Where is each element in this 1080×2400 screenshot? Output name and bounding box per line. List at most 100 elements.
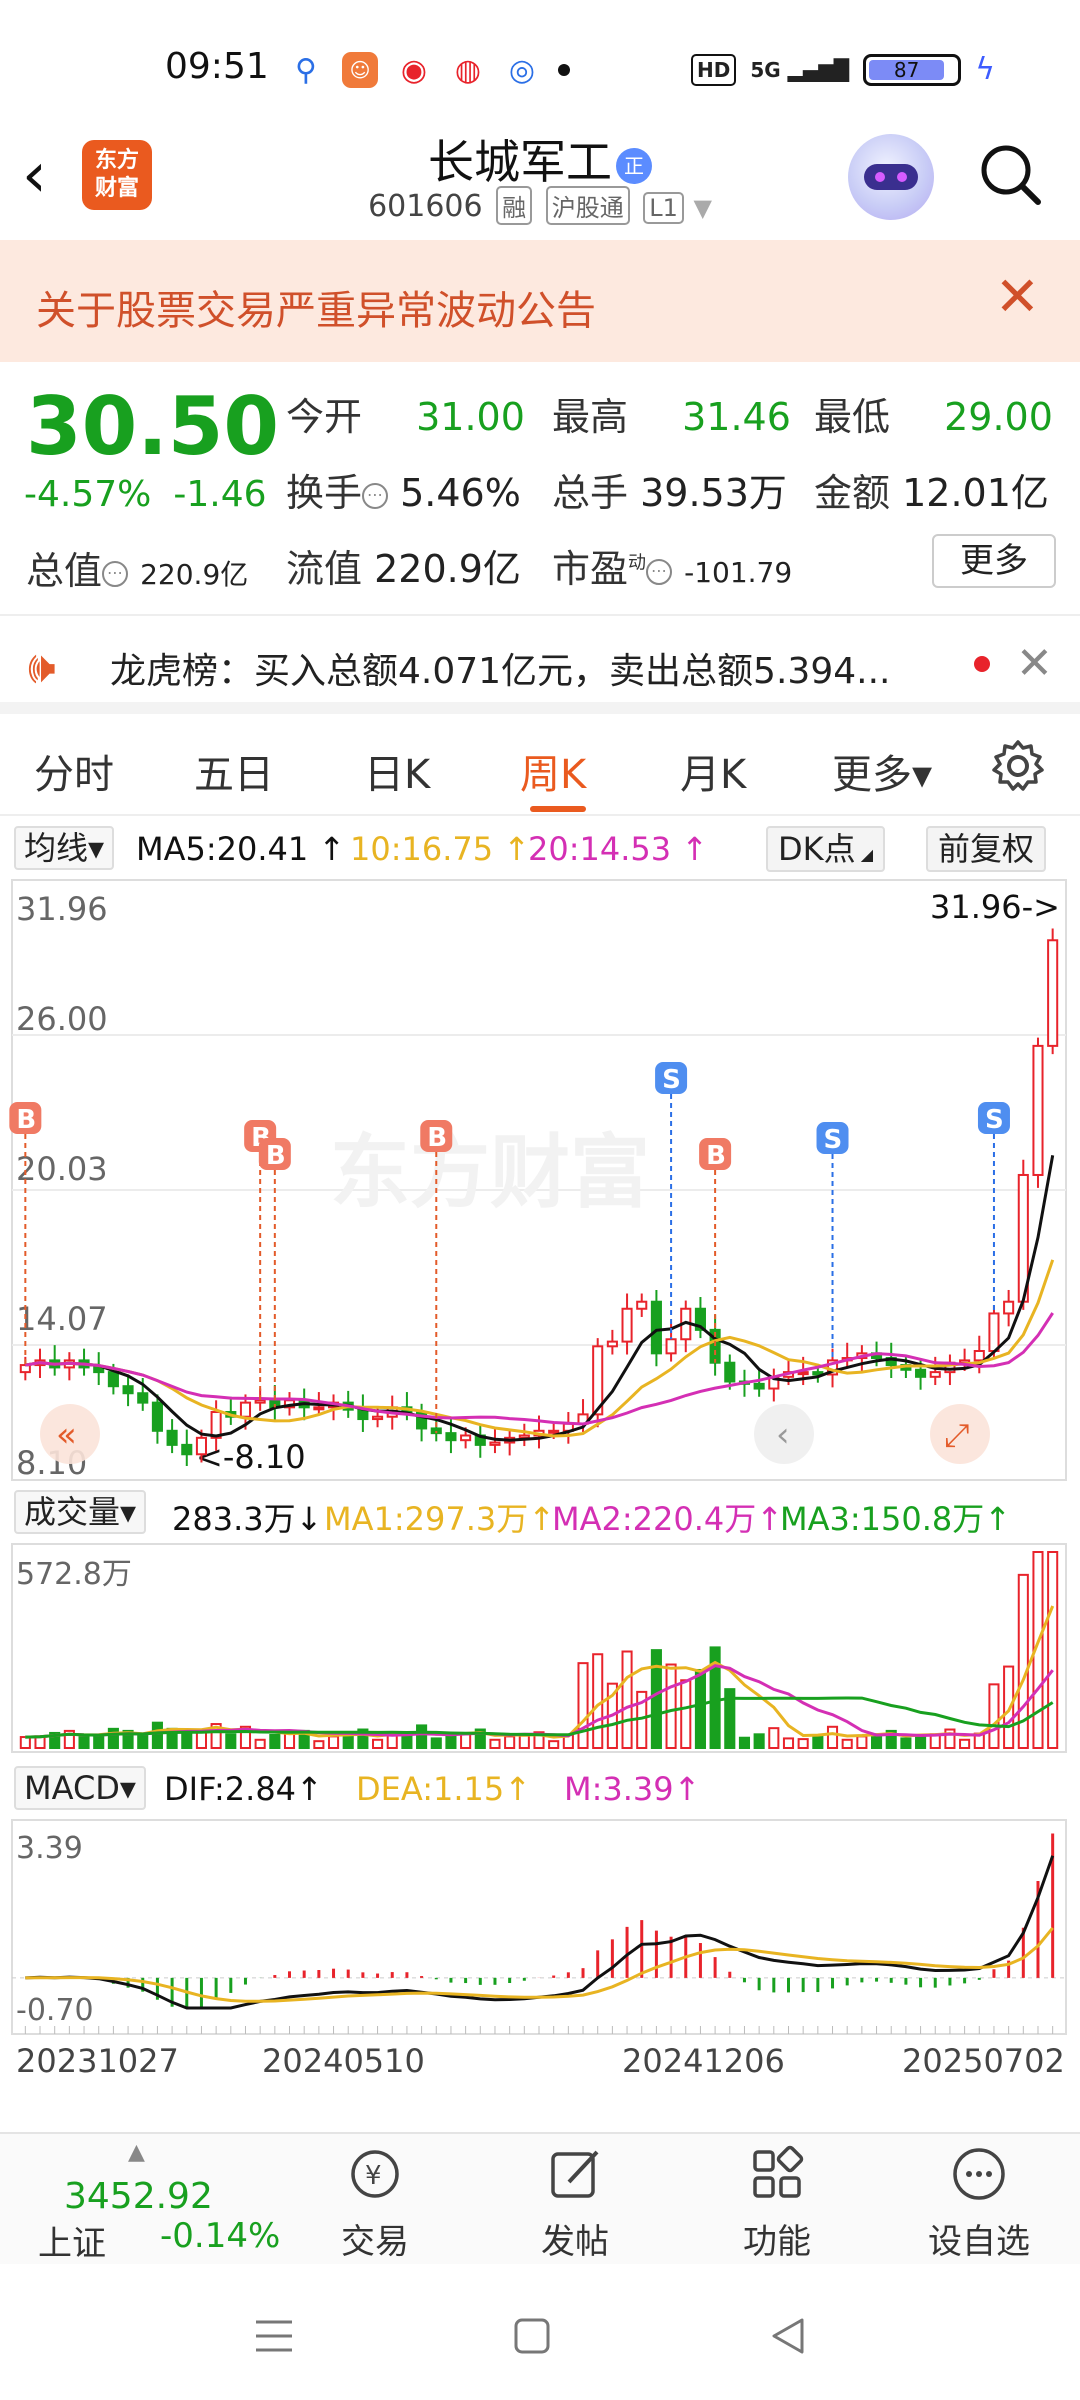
- functions-button[interactable]: 功能: [712, 2144, 842, 2263]
- indicator-dropdown[interactable]: 均线▾: [14, 826, 115, 870]
- candle-body: [548, 1429, 560, 1434]
- notification-icons: ⚲ ☺ ◉ ◍ ◎: [288, 52, 570, 88]
- tab-weekly-k[interactable]: 周K: [520, 742, 586, 800]
- candle-body: [621, 1307, 633, 1343]
- volume-bar: [900, 1737, 912, 1749]
- tab-five-day[interactable]: 五日: [194, 742, 274, 800]
- index-value[interactable]: 3452.92: [64, 2176, 213, 2217]
- ma20-value: 20:14.53 ↑: [528, 830, 709, 868]
- volume-bar: [768, 1727, 780, 1749]
- ai-assistant-icon[interactable]: [848, 134, 934, 220]
- back-icon[interactable]: [768, 2316, 808, 2356]
- close-icon[interactable]: ✕: [995, 270, 1040, 324]
- index-name[interactable]: 上证: [38, 2216, 106, 2265]
- marker-label: B: [16, 1105, 36, 1135]
- candle-body: [753, 1382, 765, 1390]
- candle-body: [518, 1434, 530, 1439]
- volume-bar: [504, 1735, 516, 1749]
- volume-bar: [856, 1735, 868, 1749]
- watermark: 东方财富: [330, 1126, 650, 1219]
- candle-body: [460, 1434, 472, 1442]
- candle-body: [973, 1349, 985, 1362]
- candle-body: [107, 1371, 119, 1388]
- date-label: 20240510: [262, 2042, 425, 2080]
- vol-ma1: MA1:297.3万↑: [324, 1500, 556, 1538]
- candle-body: [489, 1441, 501, 1446]
- level-tag: L1: [643, 192, 684, 224]
- charging-icon: ϟ: [975, 52, 995, 87]
- macd-dropdown[interactable]: MACD▾: [14, 1766, 146, 1810]
- double-left-icon: «: [56, 1415, 77, 1455]
- kline-chart[interactable]: 东方财富 31.96 26.00 20.03 14.07 8.10 31.96-…: [0, 878, 1080, 1482]
- tab-daily-k[interactable]: 日K: [364, 742, 430, 800]
- hd-icon: HD: [691, 53, 737, 86]
- volume-bar: [151, 1721, 163, 1750]
- tab-intraday[interactable]: 分时: [34, 742, 114, 800]
- announcement-text[interactable]: 关于股票交易严重异常波动公告: [36, 278, 596, 336]
- macd-y-bottom: -0.70: [16, 1993, 94, 2028]
- volume-bar: [621, 1650, 633, 1749]
- home-icon[interactable]: [512, 2316, 552, 2356]
- volume-value: 283.3万↓: [172, 1500, 323, 1538]
- dragon-tiger-notice[interactable]: 🕪 龙虎榜：买入总额4.071亿元，卖出总额5.394... ✕: [0, 614, 1080, 714]
- unread-dot: [974, 656, 990, 672]
- index-change[interactable]: -0.14%: [160, 2216, 280, 2256]
- tab-monthly-k[interactable]: 月K: [680, 742, 746, 800]
- signal-icon: 5G ▂▄▆█: [750, 57, 850, 82]
- volume-indicator-row: 成交量▾ 283.3万↓ MA1:297.3万↑ MA2:220.4万↑ MA3…: [0, 1486, 1080, 1538]
- close-icon[interactable]: ✕: [1016, 638, 1053, 689]
- macd-dif: DIF:2.84↑: [164, 1770, 323, 1808]
- app-icon: ☺: [342, 52, 378, 88]
- candle-body: [665, 1338, 677, 1355]
- y-label-2: 26.00: [16, 1000, 108, 1038]
- candle-body: [724, 1361, 736, 1383]
- stock-code: 601606: [368, 189, 483, 224]
- low-price: 最低 29.00: [814, 395, 1053, 439]
- connect-tag: 沪股通: [545, 186, 630, 225]
- gear-icon[interactable]: [990, 738, 1046, 794]
- trade-button[interactable]: ¥ 交易: [310, 2144, 440, 2263]
- candle-body: [606, 1340, 618, 1348]
- volume-bar: [93, 1735, 105, 1749]
- collapse-arrow-icon[interactable]: ▲: [128, 2140, 145, 2165]
- date-label: 20231027: [16, 2042, 179, 2080]
- volume-dropdown[interactable]: 成交量▾: [14, 1490, 147, 1534]
- bottom-toolbar: ▲ 3452.92 上证 -0.14% ¥ 交易 发帖 功能 设自选: [0, 2132, 1080, 2264]
- ma-indicator-row: 均线▾ MA5:20.41 ↑ 10:16.75 ↑ 20:14.53 ↑ DK…: [0, 822, 1080, 874]
- macd-chart[interactable]: 3.39 -0.70: [0, 1818, 1080, 2038]
- tab-more[interactable]: 更多▾: [832, 742, 932, 800]
- status-right: HD 5G ▂▄▆█ 87 ϟ: [691, 52, 995, 87]
- volume-bar: [797, 1738, 809, 1749]
- search-icon[interactable]: [978, 142, 1042, 206]
- turnover-amount: 金额 12.01亿: [814, 471, 1049, 515]
- y-label-top: 31.96: [16, 890, 108, 928]
- total-volume: 总手 39.53万: [552, 471, 787, 515]
- candle-body: [137, 1392, 149, 1404]
- candle-body: [445, 1432, 457, 1442]
- dragon-tiger-text[interactable]: 龙虎榜：买入总额4.071亿元，卖出总额5.394...: [110, 642, 890, 694]
- volume-bar: [401, 1733, 413, 1750]
- vol-ma3: MA3:150.8万↑: [780, 1500, 1012, 1538]
- active-tab-indicator: [530, 806, 586, 812]
- announcement-banner[interactable]: 关于股票交易严重异常波动公告 ✕: [0, 240, 1080, 362]
- macd-m: M:3.39↑: [564, 1770, 701, 1808]
- more-circle-icon: [953, 2148, 1005, 2200]
- candle-body: [915, 1368, 927, 1378]
- volume-bar: [372, 1738, 384, 1749]
- more-button[interactable]: 更多: [932, 534, 1056, 588]
- dk-point-button[interactable]: DK点 ◢: [766, 826, 886, 872]
- volume-bar: [577, 1662, 589, 1749]
- candle-body: [797, 1371, 809, 1376]
- candle-body: [929, 1371, 941, 1378]
- volume-bar: [269, 1733, 281, 1750]
- candle-body: [313, 1406, 325, 1411]
- adjust-button[interactable]: 前复权: [926, 826, 1047, 872]
- margin-tag: 融: [496, 186, 533, 225]
- speaker-icon: 🕪: [28, 642, 56, 693]
- add-watchlist-button[interactable]: 设自选: [914, 2144, 1044, 2263]
- menu-icon[interactable]: [252, 2316, 296, 2356]
- post-button[interactable]: 发帖: [510, 2144, 640, 2263]
- quote-panel: 30.50 -4.57% -1.46 总值 ⋯ 220.9亿 今开 31.00 最高…: [0, 362, 1080, 612]
- volume-chart[interactable]: 572.8万: [0, 1542, 1080, 1754]
- app-icon: ◎: [504, 52, 540, 88]
